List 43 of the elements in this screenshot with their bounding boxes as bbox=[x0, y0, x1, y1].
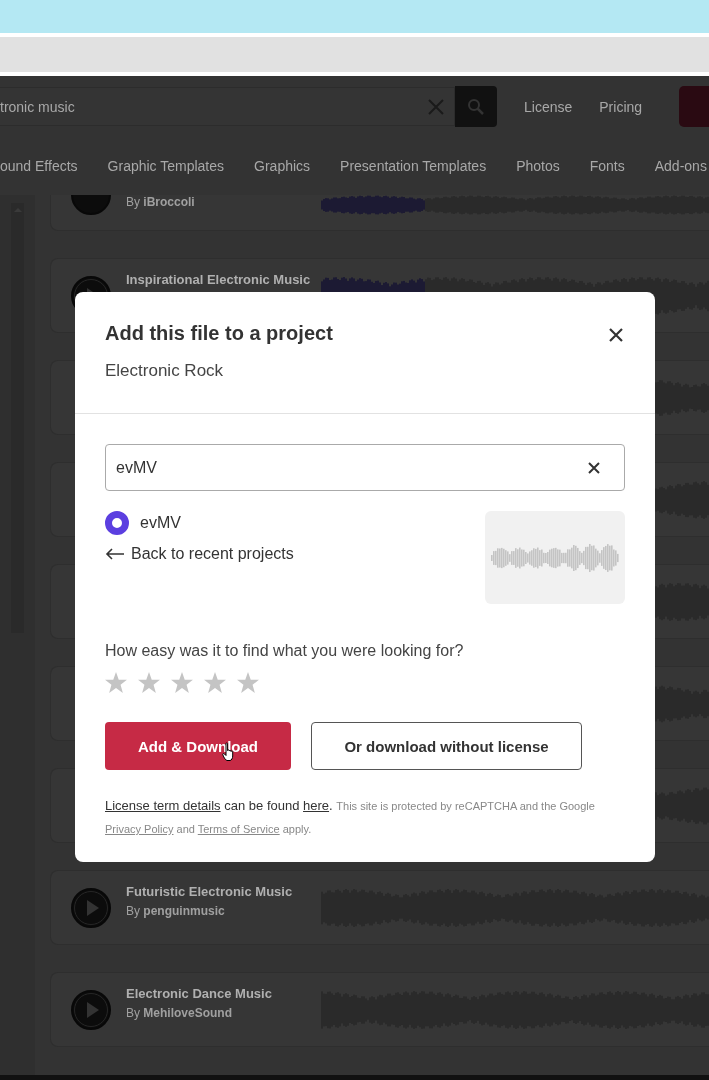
nav-link[interactable]: License bbox=[524, 98, 573, 115]
track-artist[interactable]: By penguinmusic bbox=[126, 904, 321, 918]
track-title[interactable]: Inspirational Electronic Music bbox=[126, 272, 321, 287]
star-icon[interactable] bbox=[105, 672, 127, 693]
footer-link[interactable]: License term details bbox=[105, 798, 221, 813]
search-icon bbox=[467, 97, 485, 116]
play-icon[interactable] bbox=[71, 887, 111, 928]
search-field[interactable]: tronic music bbox=[0, 87, 455, 126]
license-note: License term details can be found here. This site is protected by reCAPTCHA and the Google Privacy Policy and Terms of Service apply. bbox=[105, 797, 596, 837]
file-name: Electronic Rock bbox=[105, 361, 225, 381]
category-link[interactable]: Graphics bbox=[254, 158, 311, 174]
track-title[interactable]: Electronic Dance Music bbox=[126, 986, 321, 1001]
project-radio[interactable] bbox=[105, 511, 129, 535]
star-icon[interactable] bbox=[204, 672, 226, 693]
clear-icon[interactable] bbox=[588, 462, 600, 474]
category-link[interactable]: Fonts bbox=[589, 158, 625, 174]
category-link[interactable]: Photos bbox=[516, 158, 560, 174]
category-link[interactable]: Add-ons bbox=[654, 158, 707, 174]
track-artist[interactable]: By iBroccoli bbox=[126, 195, 321, 209]
search-button[interactable] bbox=[455, 86, 497, 127]
track-title[interactable]: Futuristic Electronic Music bbox=[126, 884, 321, 899]
play-icon[interactable] bbox=[71, 195, 111, 215]
category-link[interactable]: Graphic Templates bbox=[107, 158, 225, 174]
rating-question: How easy was it to find what you were looking for? bbox=[105, 642, 465, 660]
star-icon[interactable] bbox=[237, 672, 259, 693]
footer-link[interactable]: Terms of Service bbox=[197, 823, 280, 835]
category-link[interactable]: Presentation Templates bbox=[340, 158, 487, 174]
star-icon[interactable] bbox=[138, 672, 160, 693]
header-button[interactable] bbox=[679, 86, 709, 127]
download-without-license-button[interactable]: Or download without license bbox=[311, 722, 582, 770]
arrow-left-icon bbox=[105, 548, 125, 560]
play-icon[interactable] bbox=[71, 989, 111, 1030]
dialog-title: Add this file to a project bbox=[105, 322, 333, 345]
close-button[interactable] bbox=[607, 326, 625, 344]
star-icon[interactable] bbox=[171, 672, 193, 693]
footer-link[interactable]: here bbox=[303, 798, 330, 813]
project-search-field[interactable]: evMV bbox=[105, 444, 625, 491]
footer-link[interactable]: Privacy Policy bbox=[105, 823, 174, 835]
track-artist[interactable]: By MehiloveSound bbox=[126, 1006, 321, 1020]
project-name[interactable]: evMV bbox=[140, 514, 181, 532]
back-link[interactable]: Back to recent projects bbox=[105, 545, 294, 563]
category-link[interactable]: ound Effects bbox=[0, 158, 78, 174]
nav-link[interactable]: Pricing bbox=[599, 98, 643, 115]
